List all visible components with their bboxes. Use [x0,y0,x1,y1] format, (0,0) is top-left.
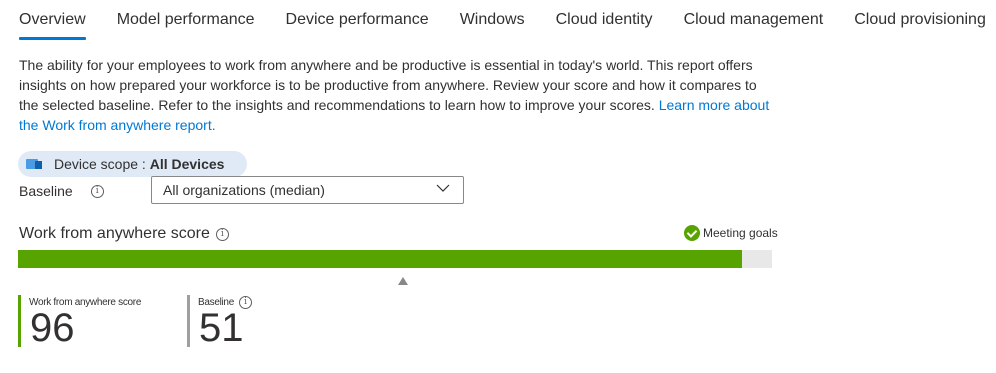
tab-cloud-provisioning[interactable]: Cloud provisioning [854,0,986,38]
tab-device-performance[interactable]: Device performance [286,0,429,38]
chevron-down-icon [436,184,450,192]
baseline-label: Baseline i [19,181,104,201]
baseline-marker-icon [397,277,408,285]
device-scope-label: Device scope : All Devices [54,156,225,172]
device-scope-value: All Devices [149,156,225,172]
score-info-icon[interactable]: i [215,227,229,241]
baseline-dropdown[interactable]: All organizations (median) [151,176,464,204]
tab-cloud-identity[interactable]: Cloud identity [556,0,653,38]
device-scope-pill[interactable]: Device scope : All Devices [18,151,247,177]
baseline-selected-value: All organizations (median) [163,182,325,198]
status-badge: Meeting goals [684,225,778,241]
info-icon[interactable]: i [90,184,104,198]
check-circle-icon [684,225,700,241]
report-tabs: Overview Model performance Device perfor… [19,0,996,40]
score-progress-bar [18,250,772,268]
tab-cloud-management[interactable]: Cloud management [684,0,824,38]
baseline-metric-value: 51 [199,306,244,350]
tab-model-performance[interactable]: Model performance [117,0,255,38]
device-scope-icon [26,158,42,170]
score-progress-fill [18,250,742,268]
description-text: The ability for your employees to work f… [19,57,757,113]
score-accent-bar [18,295,21,347]
report-description: The ability for your employees to work f… [19,55,779,135]
tab-overview[interactable]: Overview [19,0,86,40]
score-title: Work from anywhere score i [19,223,229,245]
score-metric-value: 96 [30,306,75,350]
tab-windows[interactable]: Windows [460,0,525,38]
baseline-accent-bar [187,295,190,347]
